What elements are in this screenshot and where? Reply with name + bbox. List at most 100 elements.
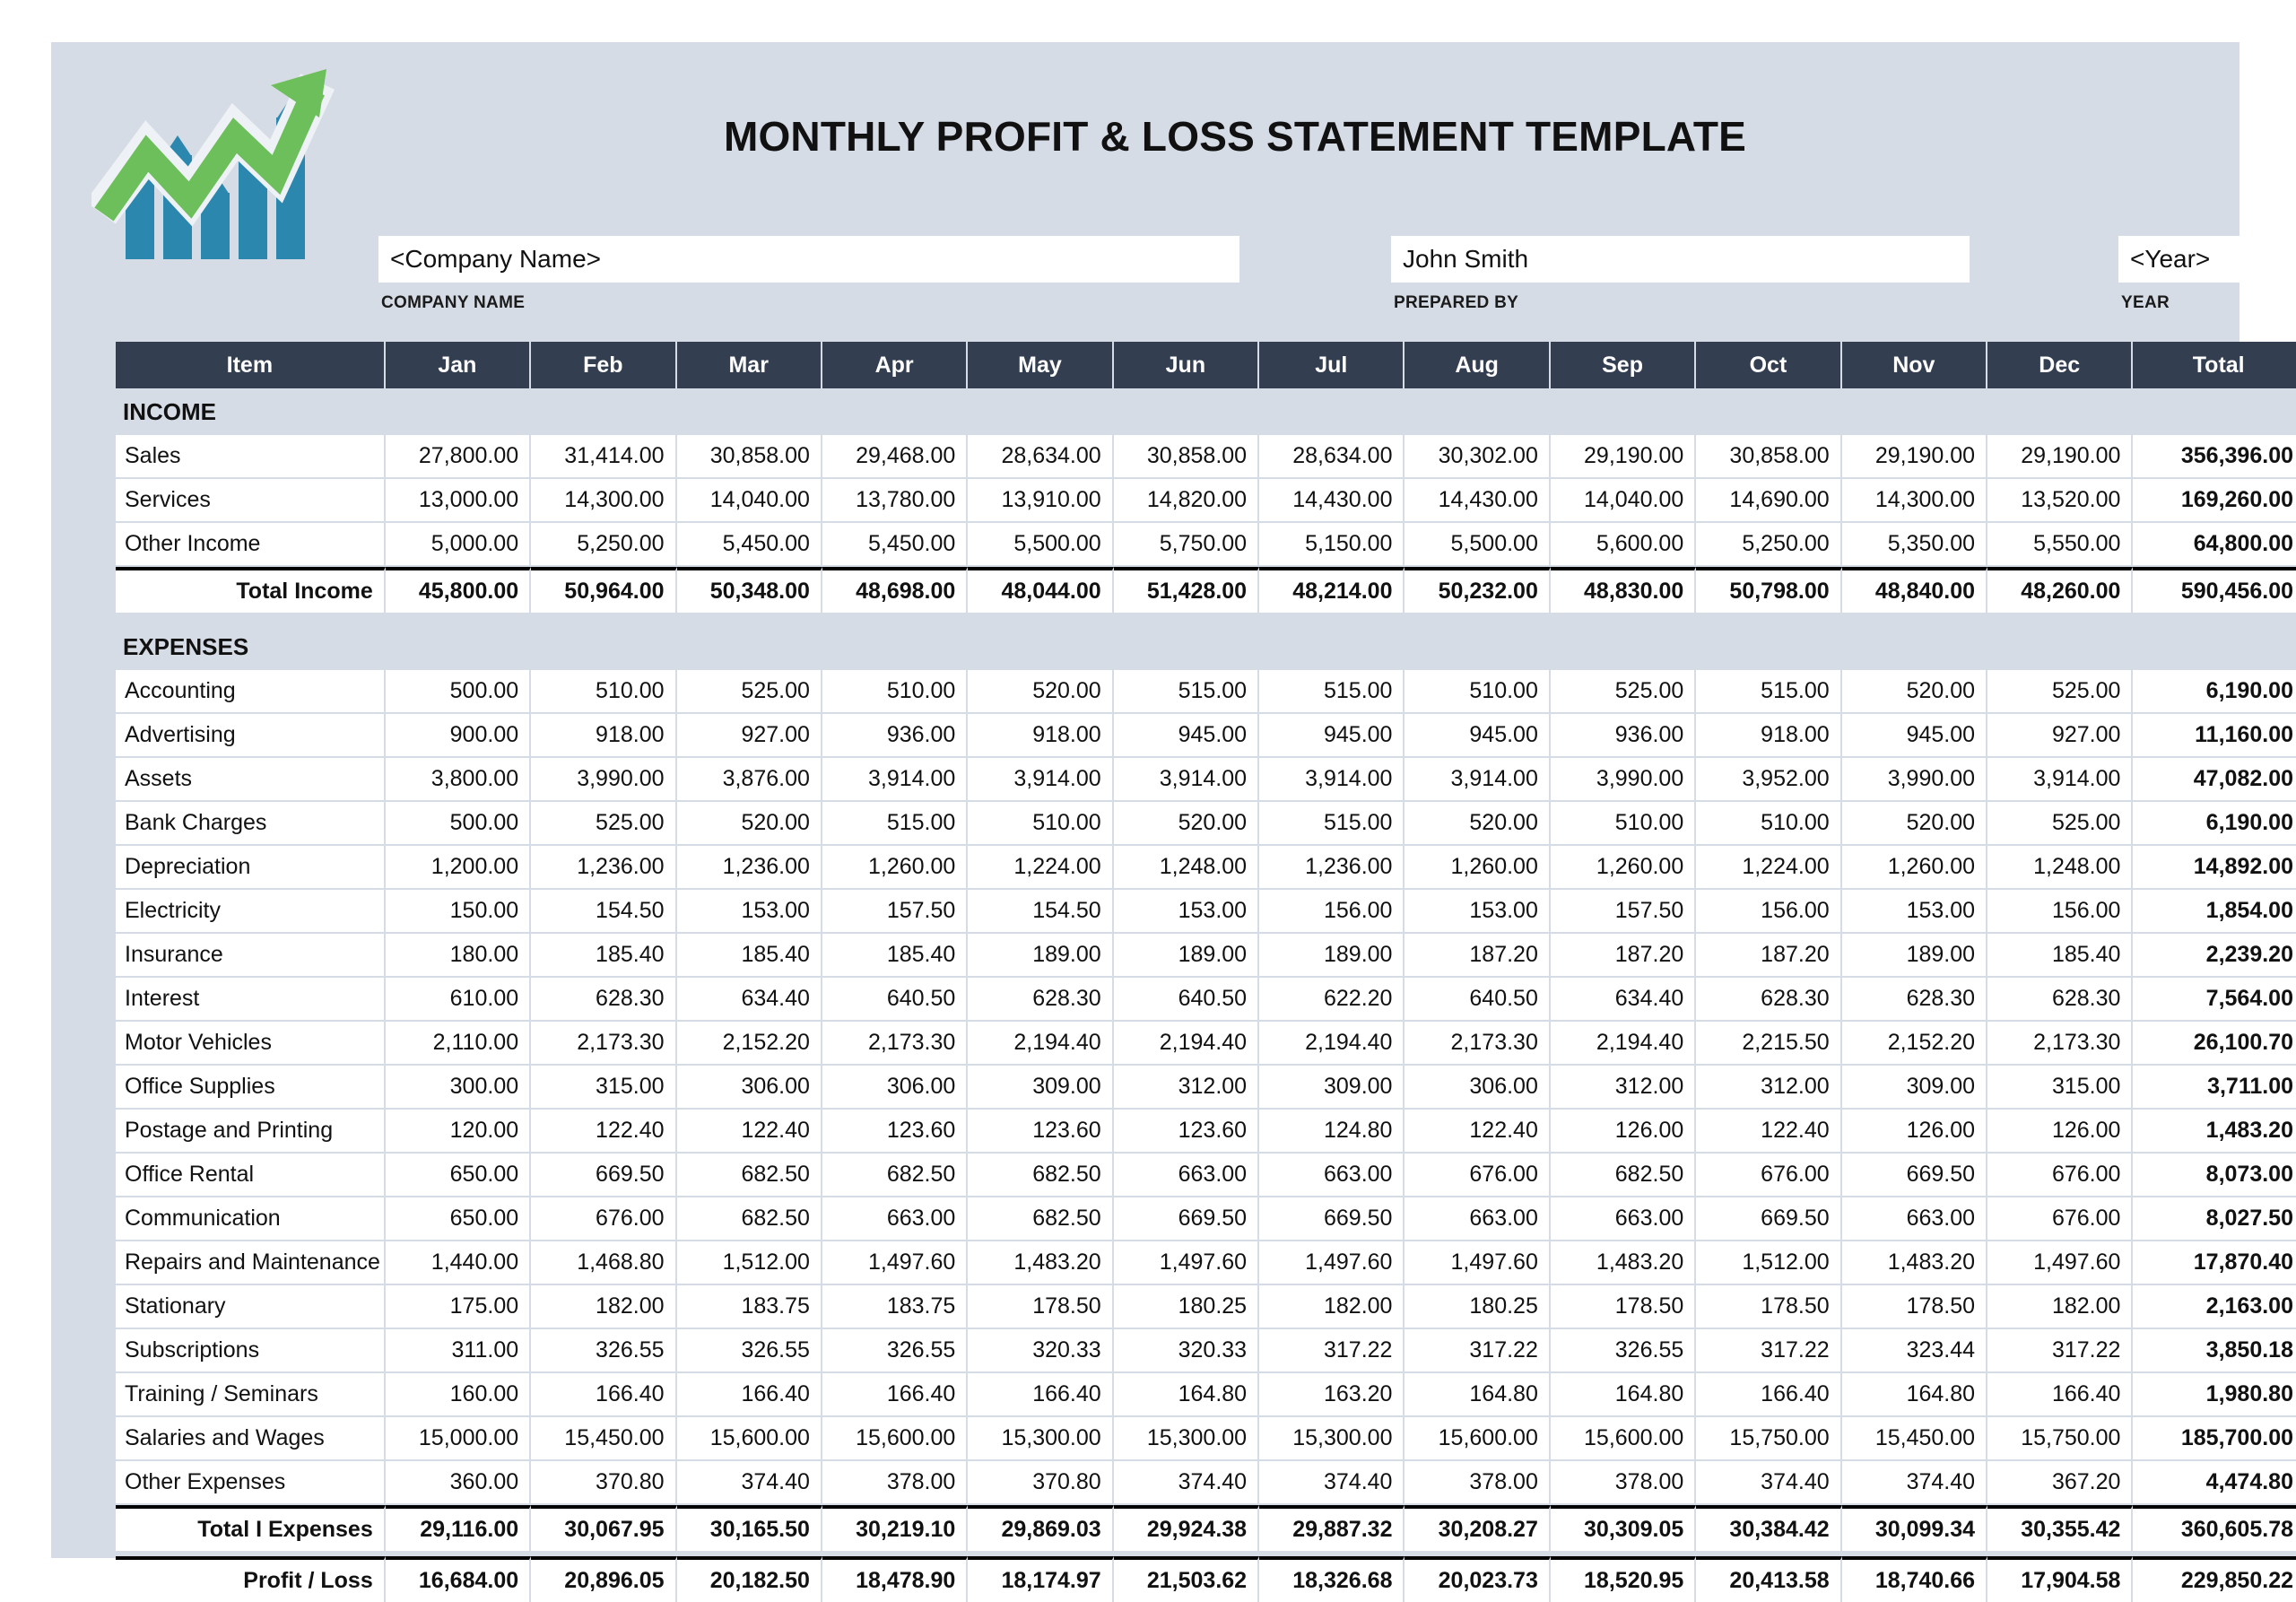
column-header-item[interactable]: Item (116, 342, 386, 388)
table-row[interactable]: Subscriptions 311.00 326.55 326.55 326.55 320… (116, 1329, 2296, 1373)
cell-oct[interactable]: 676.00 (1696, 1154, 1842, 1197)
cell-total[interactable]: 356,396.00 (2133, 435, 2296, 479)
cell-jul[interactable]: 622.20 (1259, 978, 1405, 1022)
cell-nov[interactable]: 153.00 (1841, 890, 1988, 934)
cell-nov[interactable]: 3,990.00 (1841, 758, 1988, 802)
cell-total[interactable]: 3,850.18 (2133, 1329, 2296, 1373)
cell-sep[interactable]: 1,483.20 (1550, 1241, 1697, 1285)
cell-feb[interactable]: 370.80 (531, 1461, 677, 1505)
cell-jan[interactable]: 15,000.00 (385, 1417, 532, 1461)
cell-apr[interactable]: 166.40 (822, 1373, 969, 1417)
cell-dec[interactable]: 3,914.00 (1987, 758, 2134, 802)
column-header-dec[interactable]: Dec (1987, 342, 2134, 388)
cell-oct[interactable]: 1,512.00 (1696, 1241, 1842, 1285)
table-row[interactable]: Other Income 5,000.00 5,250.00 5,450.00 5,45… (116, 523, 2296, 567)
cell-sep[interactable]: 2,194.40 (1550, 1022, 1697, 1066)
cell-sep[interactable]: 3,990.00 (1550, 758, 1697, 802)
profit-loss-cell-jan[interactable]: 16,684.00 (385, 1556, 532, 1602)
cell-aug[interactable]: 306.00 (1405, 1066, 1551, 1110)
cell-oct[interactable]: 14,690.00 (1696, 479, 1842, 523)
cell-total[interactable]: 14,892.00 (2133, 846, 2296, 890)
cell-jun[interactable]: 30,858.00 (1113, 435, 1260, 479)
cell-nov[interactable]: 323.44 (1841, 1329, 1988, 1373)
cell-mar[interactable]: 15,600.00 (676, 1417, 822, 1461)
cell-mar[interactable]: 682.50 (676, 1197, 822, 1241)
cell-aug[interactable]: 676.00 (1405, 1154, 1551, 1197)
cell-oct[interactable]: 510.00 (1696, 802, 1842, 846)
cell-apr[interactable]: 1,497.60 (822, 1241, 969, 1285)
cell-apr[interactable]: 326.55 (822, 1329, 969, 1373)
total-cell-mar[interactable]: 30,165.50 (676, 1505, 822, 1551)
cell-jun[interactable]: 15,300.00 (1113, 1417, 1260, 1461)
cell-jun[interactable]: 945.00 (1113, 714, 1260, 758)
cell-dec[interactable]: 2,173.30 (1987, 1022, 2134, 1066)
cell-total[interactable]: 6,190.00 (2133, 670, 2296, 714)
cell-sep[interactable]: 1,260.00 (1550, 846, 1697, 890)
total-cell-mar[interactable]: 50,348.00 (676, 567, 822, 613)
cell-jan[interactable]: 27,800.00 (385, 435, 532, 479)
cell-jul[interactable]: 515.00 (1259, 670, 1405, 714)
cell-aug[interactable]: 2,173.30 (1405, 1022, 1551, 1066)
cell-mar[interactable]: 326.55 (676, 1329, 822, 1373)
table-row[interactable]: Communication 650.00 676.00 682.50 663.00 682… (116, 1197, 2296, 1241)
table-row[interactable]: Office Supplies 300.00 315.00 306.00 306.00 3… (116, 1066, 2296, 1110)
cell-may[interactable]: 320.33 (968, 1329, 1114, 1373)
cell-total[interactable]: 169,260.00 (2133, 479, 2296, 523)
cell-oct[interactable]: 178.50 (1696, 1285, 1842, 1329)
cell-apr[interactable]: 2,173.30 (822, 1022, 969, 1066)
cell-aug[interactable]: 3,914.00 (1405, 758, 1551, 802)
cell-jun[interactable]: 3,914.00 (1113, 758, 1260, 802)
cell-jun[interactable]: 1,248.00 (1113, 846, 1260, 890)
row-label[interactable]: Accounting (116, 670, 386, 714)
cell-jan[interactable]: 650.00 (385, 1197, 532, 1241)
cell-apr[interactable]: 515.00 (822, 802, 969, 846)
column-header-jan[interactable]: Jan (385, 342, 532, 388)
cell-sep[interactable]: 5,600.00 (1550, 523, 1697, 567)
cell-jan[interactable]: 300.00 (385, 1066, 532, 1110)
total-cell-jul[interactable]: 29,887.32 (1259, 1505, 1405, 1551)
cell-nov[interactable]: 178.50 (1841, 1285, 1988, 1329)
cell-dec[interactable]: 367.20 (1987, 1461, 2134, 1505)
cell-jun[interactable]: 180.25 (1113, 1285, 1260, 1329)
row-label[interactable]: Interest (116, 978, 386, 1022)
cell-dec[interactable]: 29,190.00 (1987, 435, 2134, 479)
cell-sep[interactable]: 15,600.00 (1550, 1417, 1697, 1461)
cell-mar[interactable]: 5,450.00 (676, 523, 822, 567)
cell-jul[interactable]: 2,194.40 (1259, 1022, 1405, 1066)
cell-apr[interactable]: 378.00 (822, 1461, 969, 1505)
cell-dec[interactable]: 13,520.00 (1987, 479, 2134, 523)
cell-jan[interactable]: 610.00 (385, 978, 532, 1022)
cell-mar[interactable]: 306.00 (676, 1066, 822, 1110)
cell-nov[interactable]: 520.00 (1841, 670, 1988, 714)
cell-oct[interactable]: 628.30 (1696, 978, 1842, 1022)
total-cell-dec[interactable]: 30,355.42 (1987, 1505, 2134, 1551)
row-label[interactable]: Assets (116, 758, 386, 802)
cell-aug[interactable]: 15,600.00 (1405, 1417, 1551, 1461)
cell-feb[interactable]: 166.40 (531, 1373, 677, 1417)
row-label[interactable]: Bank Charges (116, 802, 386, 846)
cell-mar[interactable]: 525.00 (676, 670, 822, 714)
cell-jul[interactable]: 317.22 (1259, 1329, 1405, 1373)
table-row[interactable]: Training / Seminars 160.00 166.40 166.40 166… (116, 1373, 2296, 1417)
cell-jan[interactable]: 120.00 (385, 1110, 532, 1154)
cell-oct[interactable]: 187.20 (1696, 934, 1842, 978)
cell-apr[interactable]: 1,260.00 (822, 846, 969, 890)
cell-sep[interactable]: 510.00 (1550, 802, 1697, 846)
cell-may[interactable]: 178.50 (968, 1285, 1114, 1329)
cell-apr[interactable]: 15,600.00 (822, 1417, 969, 1461)
cell-may[interactable]: 1,224.00 (968, 846, 1114, 890)
cell-jul[interactable]: 156.00 (1259, 890, 1405, 934)
cell-sep[interactable]: 326.55 (1550, 1329, 1697, 1373)
cell-jan[interactable]: 500.00 (385, 802, 532, 846)
table-row[interactable]: Postage and Printing 120.00 122.40 122.40 12… (116, 1110, 2296, 1154)
cell-nov[interactable]: 309.00 (1841, 1066, 1988, 1110)
column-header-jun[interactable]: Jun (1113, 342, 1260, 388)
column-header-may[interactable]: May (968, 342, 1114, 388)
cell-jan[interactable]: 1,200.00 (385, 846, 532, 890)
total-cell-apr[interactable]: 48,698.00 (822, 567, 969, 613)
cell-may[interactable]: 309.00 (968, 1066, 1114, 1110)
cell-jun[interactable]: 5,750.00 (1113, 523, 1260, 567)
cell-sep[interactable]: 682.50 (1550, 1154, 1697, 1197)
cell-jun[interactable]: 2,194.40 (1113, 1022, 1260, 1066)
total-cell-nov[interactable]: 30,099.34 (1841, 1505, 1988, 1551)
